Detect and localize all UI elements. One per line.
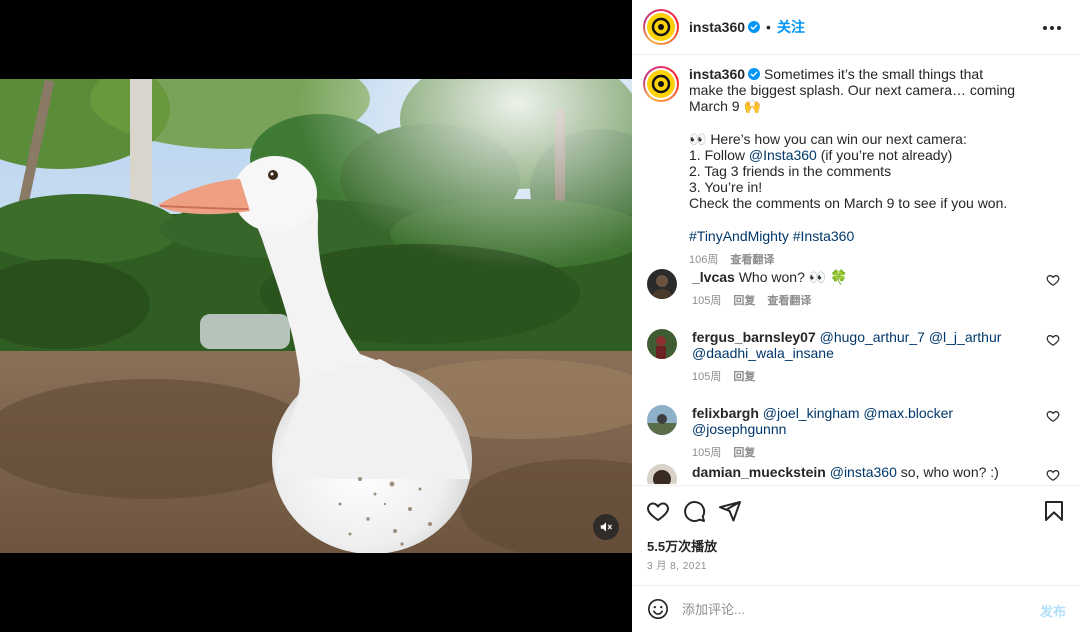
comment-like-heart-icon[interactable] (1046, 273, 1060, 287)
author-username[interactable]: insta360 (689, 19, 745, 35)
verified-badge-icon (748, 21, 761, 33)
media-panel (0, 0, 632, 632)
follow-button[interactable]: 关注 (777, 17, 805, 37)
see-translation-button[interactable]: 查看翻译 (767, 293, 811, 309)
goose-video-frame (0, 79, 632, 553)
hashtag-link[interactable]: #Insta360 (793, 228, 855, 244)
caption-timestamp[interactable]: 106周 (689, 252, 718, 268)
mention-link[interactable]: @hugo_arthur_7 (820, 329, 925, 345)
mention-link[interactable]: @l_j_arthur (929, 329, 1002, 345)
post-side-panel: insta360 • 关注 insta360 Sometimes it’s th… (632, 0, 1080, 632)
caption-step-3: 3. You’re in! (689, 179, 763, 196)
caption-username[interactable]: insta360 (689, 66, 745, 82)
commenter-username[interactable]: damian_mueckstein (692, 464, 826, 480)
comment-composer: 发布 (632, 585, 1080, 632)
commenter-username[interactable]: fergus_barnsley07 (692, 329, 816, 345)
hashtag-link[interactable]: #TinyAndMighty (689, 228, 789, 244)
post-header: insta360 • 关注 (632, 0, 1080, 55)
caption-text: insta360 Sometimes it’s the small things… (689, 66, 1021, 268)
commenter-avatar[interactable] (647, 405, 677, 435)
caption-author-avatar[interactable] (643, 66, 679, 102)
comments-list[interactable]: insta360 Sometimes it’s the small things… (632, 56, 1080, 484)
post-caption: insta360 Sometimes it’s the small things… (643, 66, 1021, 268)
comment-item: damian_mueckstein @insta360 so, who won?… (647, 464, 1067, 484)
speaker-muted-icon (600, 522, 612, 532)
commenter-username[interactable]: felixbargh (692, 405, 759, 421)
separator-dot: • (766, 19, 771, 35)
mention-link[interactable]: @daadhi_wala_insane (692, 345, 834, 361)
view-count[interactable]: 5.5万次播放 (647, 536, 717, 555)
comment-timestamp[interactable]: 105周 (692, 293, 721, 309)
bookmark-icon[interactable] (1042, 499, 1066, 523)
comment-item: fergus_barnsley07 @hugo_arthur_7 @l_j_ar… (647, 329, 1067, 386)
mention-link[interactable]: @max.blocker (863, 405, 953, 421)
caption-meta: 106周 查看翻译 (689, 252, 1021, 268)
caption-step1-suffix: (if you’re not already) (816, 146, 953, 163)
comment-timestamp[interactable]: 105周 (692, 369, 721, 385)
mention-link[interactable]: @insta360 (830, 464, 897, 480)
commenter-avatar[interactable] (647, 329, 677, 359)
mention-link[interactable]: @joel_kingham (763, 405, 860, 421)
author-avatar[interactable] (643, 9, 679, 45)
reply-button[interactable]: 回复 (733, 293, 755, 309)
commenter-avatar[interactable] (647, 269, 677, 299)
comment-item: felixbargh @joel_kingham @max.blocker @j… (647, 405, 1067, 462)
caption-step1-prefix: 1. Follow (689, 146, 749, 163)
video-player[interactable] (0, 79, 632, 553)
smiley-icon[interactable] (647, 598, 669, 620)
comment-like-heart-icon[interactable] (1046, 468, 1060, 482)
verified-badge-icon (748, 68, 761, 80)
post-comment-button[interactable]: 发布 (1040, 601, 1066, 620)
comment-like-heart-icon[interactable] (1046, 409, 1060, 423)
more-options-icon[interactable] (1040, 18, 1064, 38)
comment-input[interactable] (682, 596, 1022, 622)
caption-check: Check the comments on March 9 to see if … (689, 195, 1008, 212)
insta360-logo-icon (651, 17, 671, 37)
comment-text: Who won? 👀 🍀 (738, 269, 848, 285)
commenter-avatar[interactable] (647, 464, 677, 484)
comment-like-heart-icon[interactable] (1046, 333, 1060, 347)
instagram-post: insta360 • 关注 insta360 Sometimes it’s th… (0, 0, 1080, 632)
mute-button[interactable] (593, 514, 619, 540)
comment-text: so, who won? :) (900, 464, 999, 480)
reply-button[interactable]: 回复 (733, 445, 755, 461)
insta360-logo-icon (651, 74, 671, 94)
heart-icon[interactable] (646, 499, 670, 523)
comment-item: _lvcas Who won? 👀 🍀 105周 回复 查看翻译 (647, 269, 1067, 309)
commenter-username[interactable]: _lvcas (692, 269, 735, 285)
see-translation-button[interactable]: 查看翻译 (730, 252, 774, 268)
caption-step-2: 2. Tag 3 friends in the comments (689, 163, 892, 180)
comment-bubble-icon[interactable] (682, 499, 706, 523)
action-bar: 5.5万次播放 3 月 8, 2021 (632, 485, 1080, 585)
post-date[interactable]: 3 月 8, 2021 (647, 557, 707, 572)
mention-link[interactable]: @josephgunnn (692, 421, 786, 437)
paper-plane-icon[interactable] (718, 499, 742, 523)
reply-button[interactable]: 回复 (733, 369, 755, 385)
mention-link[interactable]: @Insta360 (749, 147, 817, 163)
caption-intro: 👀 Here’s how you can win our next camera… (689, 130, 967, 147)
comment-timestamp[interactable]: 105周 (692, 445, 721, 461)
